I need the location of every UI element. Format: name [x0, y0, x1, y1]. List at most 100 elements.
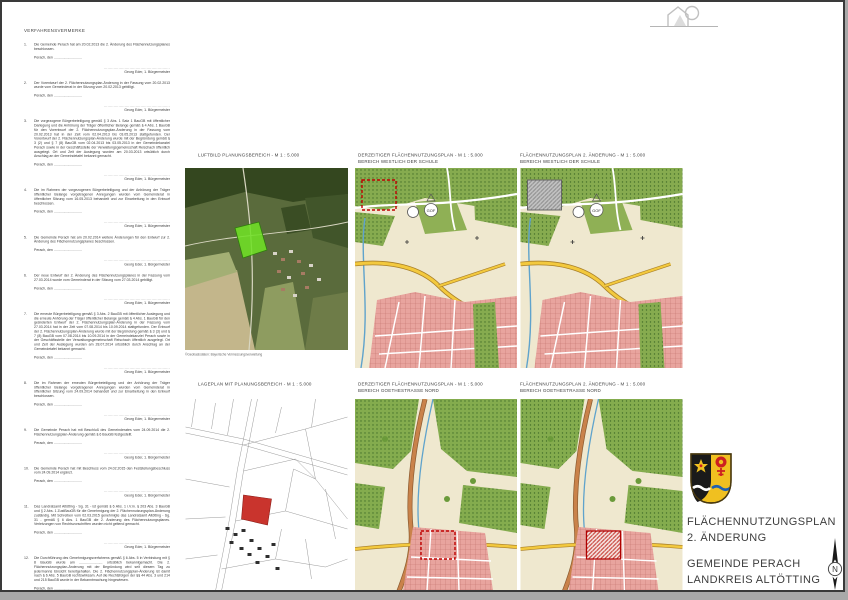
place-date-line: Perach, den ............................… [34, 441, 170, 445]
signer-name: Georg Eder, 1. Bürgermeister [34, 263, 170, 268]
panel-title-line2: BEREICH WESTLICH DER SCHULE [520, 159, 685, 166]
vv-item: 4. Die im Rahmen der vorgezogenen Bürger… [24, 189, 170, 229]
signer-name: Georg Eder, 1. Bürgermeister [34, 370, 170, 375]
geodata-copyright-caption: ©Geobasisdaten: Bayerische Vermessungsve… [185, 353, 345, 357]
vv-item-text: Die Gemeinde Perach hat mit Beschluss vo… [34, 467, 170, 476]
map-lageplan [185, 399, 348, 591]
svg-text:GOF: GOF [592, 208, 601, 213]
vv-item-text: Der Vorentwurf der 2. Flächennutzungspla… [34, 81, 170, 90]
signature-block: ........................................… [34, 104, 170, 113]
vv-item: 8. Die im Rahmen der erneuten Bürgerbete… [24, 381, 170, 421]
panel-title-fnp-aenderung-goethe: FLÄCHENNUTZUNGSPLAN 2. ÄNDERUNG - M 1 : … [520, 381, 685, 394]
vv-item-text: Die vorgezogene Bürgerbeteiligung gemäß … [34, 120, 170, 159]
map-fnp-derzeit-goethe [355, 399, 517, 591]
vv-item-body: Der Vorentwurf der 2. Flächennutzungspla… [34, 81, 170, 112]
vv-item-text: Die im Rahmen der vorgezogenen Bürgerbet… [34, 189, 170, 207]
vv-item-number: 10. [24, 467, 34, 498]
signer-name: Georg Eder, 1. Bürgermeister [34, 108, 170, 113]
signer-name: Georg Eder, 1. Bürgermeister [34, 177, 170, 182]
panel-title-line1: LAGEPLAN MIT PLANUNGSBEREICH - M 1 : 5.0… [198, 381, 363, 388]
place-date-line: Perach, den ............................… [34, 163, 170, 167]
panel-title-lageplan: LAGEPLAN MIT PLANUNGSBEREICH - M 1 : 5.0… [198, 381, 363, 388]
signature-block: ........................................… [34, 65, 170, 74]
plan-title-line1: FLÄCHENNUTZUNGSPLAN [687, 516, 836, 528]
vv-item: 12. Die Durchführung des Genehmigungsver… [24, 557, 170, 592]
panel-title-fnp-aenderung-schule: FLÄCHENNUTZUNGSPLAN 2. ÄNDERUNG - M 1 : … [520, 152, 685, 165]
panel-title-line1: LUFTBILD PLANUNGSBEREICH - M 1 : 5.000 [198, 152, 363, 159]
vv-item-body: Die Durchführung des Genehmigungsverfahr… [34, 557, 170, 592]
plan-title-line2: 2. ÄNDERUNG [687, 532, 767, 544]
vv-item-number: 11. [24, 505, 34, 549]
signer-name: Georg Eder, 1. Bürgermeister [34, 224, 170, 229]
place-date-line: Perach, den ............................… [34, 356, 170, 360]
place-date-line: Perach, den ............................… [34, 531, 170, 535]
vv-item-body: Der neue Entwurf der 2. Änderung des Flä… [34, 274, 170, 305]
municipality-name: GEMEINDE PERACH [687, 558, 801, 570]
vv-item-text: Die Gemeinde Perach hat am 20.02.2014 we… [34, 236, 170, 245]
signer-name: Georg Eder, 1. Bürgermeister [34, 70, 170, 75]
vv-item-number: 5. [24, 236, 34, 267]
vv-item-number: 12. [24, 557, 34, 592]
map-fnp-derzeit-schule: GOF [355, 168, 517, 368]
vv-item: 5. Die Gemeinde Perach hat am 20.02.2014… [24, 236, 170, 267]
north-arrow-icon: N [826, 538, 844, 590]
changed-area-gray [528, 180, 562, 210]
vv-item: 10. Die Gemeinde Perach hat mit Beschlus… [24, 467, 170, 498]
map-luftbild-aerial [185, 168, 348, 350]
signature-block: ........................................… [34, 258, 170, 267]
vv-item-number: 1. [24, 43, 34, 74]
panel-title-luftbild: LUFTBILD PLANUNGSBEREICH - M 1 : 5.000 [198, 152, 363, 159]
signature-block: ........................................… [34, 220, 170, 229]
signature-block: ........................................… [34, 451, 170, 460]
signer-name: Georg Eder, 1. Bürgermeister [34, 417, 170, 422]
place-date-line: Perach, den ............................… [34, 587, 170, 591]
vv-item: 9. Die Gemeinde Perach hat mit Beschluß … [24, 429, 170, 460]
planner-house-logo-icon [650, 5, 718, 29]
signature-block: ........................................… [34, 173, 170, 182]
place-date-line: Perach, den ............................… [34, 94, 170, 98]
vv-item-body: Die erneute Bürgerbeteiligung gemäß § 3 … [34, 312, 170, 374]
vv-item-body: Die im Rahmen der vorgezogenen Bürgerbet… [34, 189, 170, 229]
place-date-line: Perach, den ............................… [34, 210, 170, 214]
signature-block: ........................................… [34, 489, 170, 498]
vv-item-body: Das Landratsamt Altötting - Sg. 31 - ist… [34, 505, 170, 549]
verfahrensvermerke-list: 1. Die Gemeinde Perach hat am 20.02.2013… [24, 43, 170, 592]
vv-item-body: Die Gemeinde Perach hat mit Beschluss vo… [34, 467, 170, 498]
signer-name: Georg Eder, 1. Bürgermeister [34, 455, 170, 460]
vv-item-body: Die Gemeinde Perach hat mit Beschluß des… [34, 429, 170, 460]
vv-item-number: 7. [24, 312, 34, 374]
place-date-line: Perach, den ............................… [34, 403, 170, 407]
vv-item: 11. Das Landratsamt Altötting - Sg. 31 -… [24, 505, 170, 549]
plan-sheet-canvas: VERFAHRENSVERMERKE 1. Die Gemeinde Perac… [0, 0, 848, 600]
panel-title-fnp-derzeit-schule: DERZEITIGER FLÄCHENNUTZUNGSPLAN - M 1 : … [358, 152, 523, 165]
signature-block: ........................................… [34, 412, 170, 421]
coat-of-arms-perach [689, 452, 733, 505]
vv-item-number: 6. [24, 274, 34, 305]
svg-text:GOF: GOF [427, 208, 436, 213]
vv-item-body: Die im Rahmen der erneuten Bürgerbeteili… [34, 381, 170, 421]
vv-item: 3. Die vorgezogene Bürgerbeteiligung gem… [24, 120, 170, 182]
map-fnp-aenderung-schule: GOF [520, 168, 683, 368]
vv-item: 2. Der Vorentwurf der 2. Flächennutzungs… [24, 81, 170, 112]
verfahrensvermerke-title: VERFAHRENSVERMERKE [24, 28, 170, 33]
signer-name: Georg Eder, 1. Bürgermeister [34, 545, 170, 550]
vv-item-number: 4. [24, 189, 34, 229]
plan-sheet: VERFAHRENSVERMERKE 1. Die Gemeinde Perac… [0, 0, 845, 592]
place-date-line: Perach, den ............................… [34, 287, 170, 291]
vv-item: 6. Der neue Entwurf der 2. Änderung des … [24, 274, 170, 305]
vv-item-body: Die vorgezogene Bürgerbeteiligung gemäß … [34, 120, 170, 182]
vv-item-number: 8. [24, 381, 34, 421]
verfahrensvermerke-column: VERFAHRENSVERMERKE 1. Die Gemeinde Perac… [24, 28, 170, 592]
place-date-line: Perach, den ............................… [34, 249, 170, 253]
panel-title-line2: BEREICH WESTLICH DER SCHULE [358, 159, 523, 166]
vv-item-number: 9. [24, 429, 34, 460]
panel-title-fnp-derzeit-goethe: DERZEITIGER FLÄCHENNUTZUNGSPLAN - M 1 : … [358, 381, 523, 394]
panel-title-line2: BEREICH GOETHESTRASSE NORD [520, 388, 685, 395]
vv-item-text: Die im Rahmen der erneuten Bürgerbeteili… [34, 381, 170, 399]
vv-item-text: Die Gemeinde Perach hat mit Beschluß des… [34, 429, 170, 438]
signer-name: Georg Eder, 1. Bürgermeister [34, 301, 170, 306]
signer-name: Georg Eder, 1. Bürgermeister [34, 494, 170, 499]
map-fnp-aenderung-goethe [520, 399, 683, 591]
vv-item-text: Das Landratsamt Altötting - Sg. 31 - ist… [34, 505, 170, 527]
signature-block: ........................................… [34, 365, 170, 374]
